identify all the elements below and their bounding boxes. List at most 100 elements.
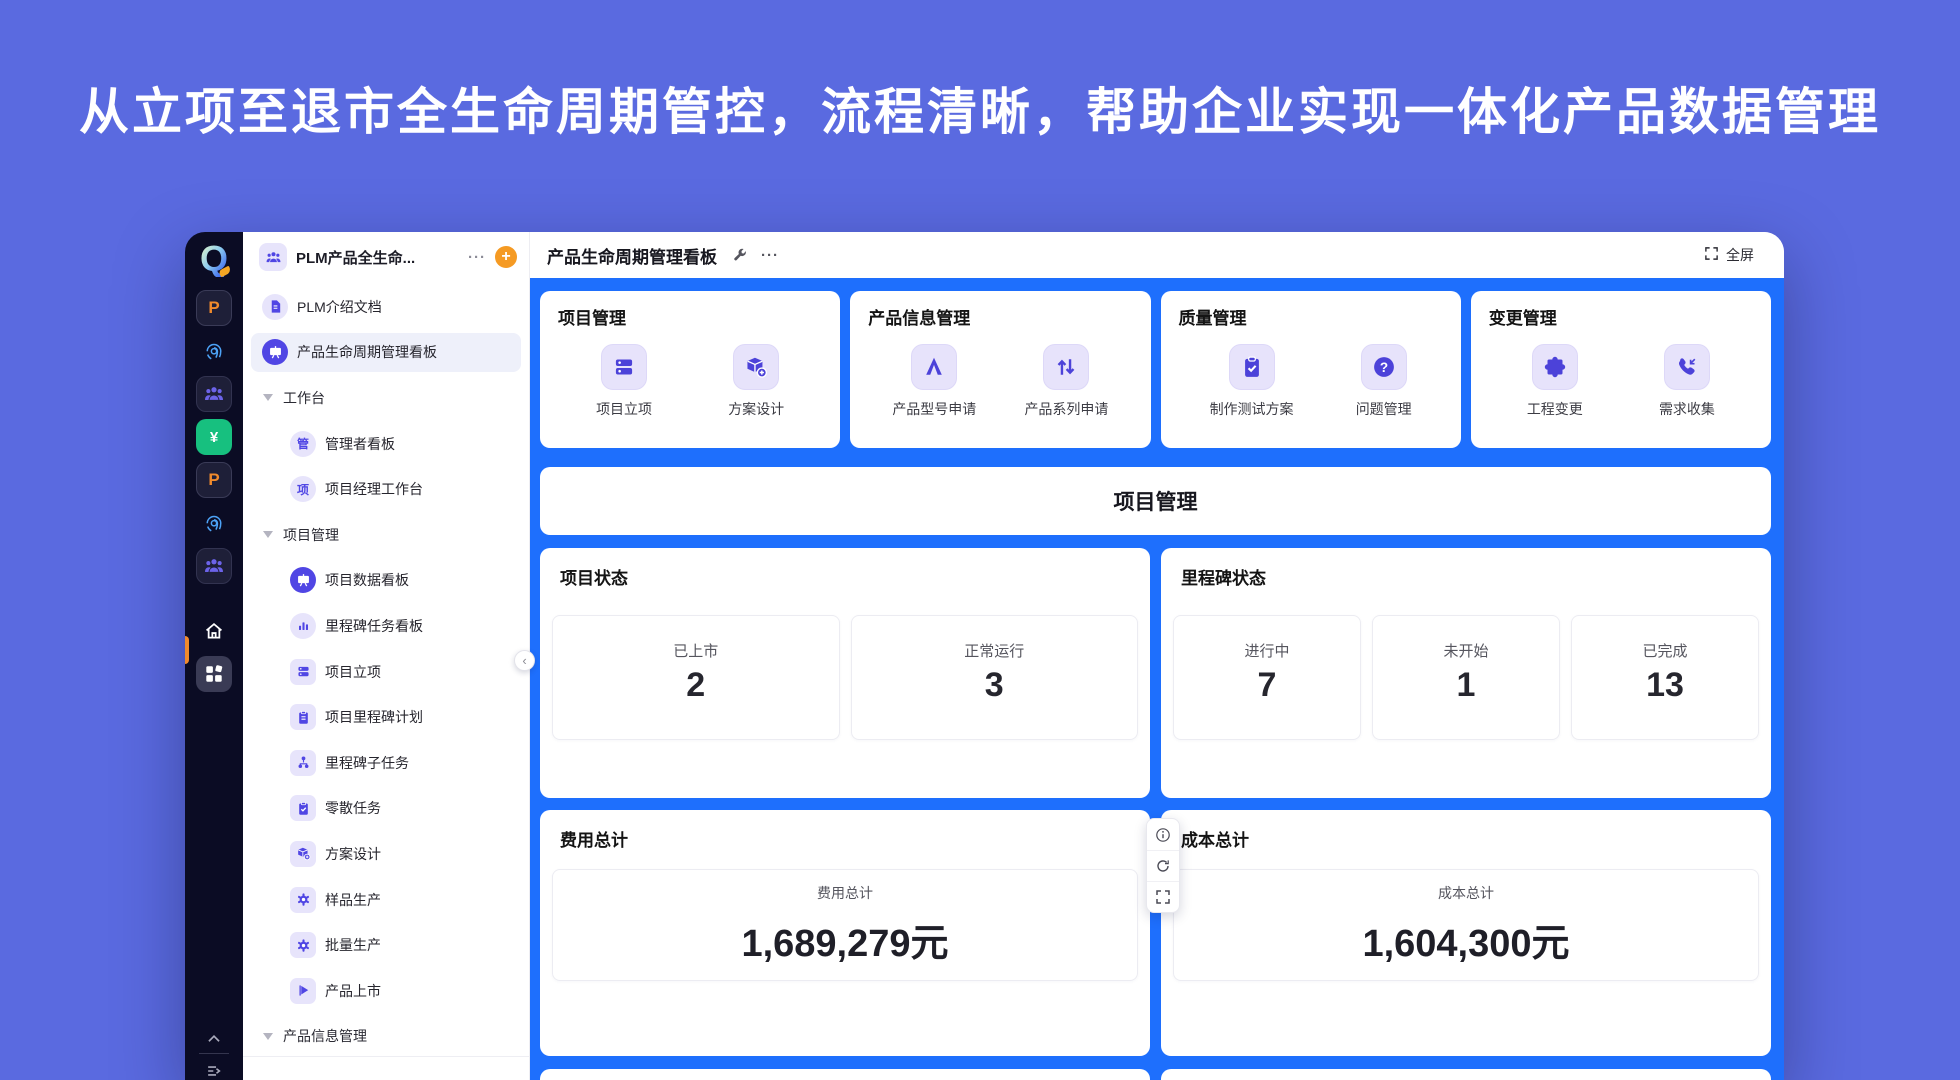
sidebar-item-7[interactable]: 里程碑任务看板 xyxy=(243,603,529,649)
partial-card xyxy=(540,1069,1150,1080)
p-letter-app-icon[interactable]: P xyxy=(196,290,232,326)
fingerprint-app-icon[interactable] xyxy=(196,505,232,541)
sidebar-item-label: 零散任务 xyxy=(325,798,381,818)
sidebar-item-15[interactable]: 产品上市 xyxy=(243,968,529,1014)
char-circle-icon: 项 xyxy=(290,476,316,502)
shortcut-card-3: 变更管理工程变更需求收集 xyxy=(1471,291,1771,448)
sidebar-item-label: 项目里程碑计划 xyxy=(325,707,423,727)
team-app-icon[interactable] xyxy=(196,376,232,412)
sidebar-item-6[interactable]: 项目数据看板 xyxy=(243,558,529,604)
sidebar-more-button[interactable]: ··· xyxy=(468,249,486,266)
sidebar-item-label: 管理者看板 xyxy=(325,434,395,454)
sidebar-item-label: 产品生命周期管理看板 xyxy=(297,342,437,362)
finance-app-icon[interactable]: ¥ xyxy=(196,419,232,455)
shortcut-items: 制作测试方案 ?问题管理 xyxy=(1179,344,1443,419)
section-banner: 项目管理 xyxy=(540,467,1771,535)
sidebar-item-label: 批量生产 xyxy=(325,935,381,955)
edit-app-package-button[interactable]: 编辑应用包 xyxy=(243,1056,529,1080)
shortcut-工程变更[interactable]: 工程变更 xyxy=(1527,344,1583,419)
triangle-down-icon xyxy=(263,531,273,538)
team-app-icon[interactable] xyxy=(196,548,232,584)
sidebar-item-label: 项目立项 xyxy=(325,662,381,682)
stat-label: 未开始 xyxy=(1373,640,1559,661)
rail-list-button[interactable] xyxy=(185,1062,243,1080)
stat-value: 3 xyxy=(852,666,1138,705)
shortcut-label: 项目立项 xyxy=(596,399,652,419)
sidebar-item-12[interactable]: 方案设计 xyxy=(243,831,529,877)
stat-value: 2 xyxy=(553,666,839,705)
p-letter-app-icon[interactable]: P xyxy=(196,462,232,498)
status-cards-row: 项目状态已上市2正常运行3里程碑状态进行中7未开始1已完成13 xyxy=(540,548,1771,798)
info-icon-button[interactable] xyxy=(1147,819,1179,850)
clipboard-check-icon xyxy=(1229,344,1275,390)
sidebar-group-16[interactable]: 产品信息管理 xyxy=(243,1014,529,1060)
main-header: 产品生命周期管理看板 ··· 全屏 xyxy=(530,232,1784,278)
expand-icon-button[interactable] xyxy=(1147,881,1179,912)
shortcut-产品系列申请[interactable]: 产品系列申请 xyxy=(1024,344,1108,419)
gear-icon xyxy=(290,932,316,958)
sidebar-collapse-button[interactable]: ‹ xyxy=(514,650,535,671)
sidebar-group-2[interactable]: 工作台 xyxy=(243,375,529,421)
clipboard-icon xyxy=(290,704,316,730)
shortcut-问题管理[interactable]: ?问题管理 xyxy=(1356,344,1412,419)
stat-box-已完成: 已完成13 xyxy=(1571,615,1759,740)
shortcut-方案设计[interactable]: 方案设计 xyxy=(728,344,784,419)
sidebar-item-8[interactable]: 项目立项 xyxy=(243,649,529,695)
dashboard-board-icon xyxy=(290,567,316,593)
rail-collapse-button[interactable] xyxy=(185,1030,243,1048)
hierarchy-icon xyxy=(290,750,316,776)
shortcut-items: 工程变更 需求收集 xyxy=(1489,344,1753,419)
apps-grid-icon-active[interactable] xyxy=(196,656,232,692)
fingerprint-app-icon[interactable] xyxy=(196,333,232,369)
refresh-icon-button[interactable] xyxy=(1147,850,1179,881)
sidebar-item-11[interactable]: 零散任务 xyxy=(243,786,529,832)
sidebar-item-label: 项目管理 xyxy=(283,525,339,545)
home-icon[interactable] xyxy=(196,613,232,649)
dashboard: 项目管理项目立项方案设计产品信息管理产品型号申请产品系列申请质量管理制作测试方案… xyxy=(530,278,1784,1080)
rail-divider xyxy=(199,1053,229,1054)
sidebar-item-0[interactable]: PLM介绍文档 xyxy=(243,284,529,330)
app-rail: QP¥P xyxy=(185,232,243,1080)
shortcut-label: 产品型号申请 xyxy=(892,399,976,419)
wrench-icon[interactable] xyxy=(732,247,748,263)
shortcut-label: 工程变更 xyxy=(1527,399,1583,419)
sidebar-item-9[interactable]: 项目里程碑计划 xyxy=(243,694,529,740)
marketing-headline: 从立项至退市全生命周期管控，流程清晰，帮助企业实现一体化产品数据管理 xyxy=(0,72,1960,144)
clipboard-check-icon xyxy=(290,795,316,821)
sidebar-group-5[interactable]: 项目管理 xyxy=(243,512,529,558)
cube-plus-icon xyxy=(290,841,316,867)
stat-value: 1 xyxy=(1373,666,1559,705)
expand-icon xyxy=(1704,246,1719,264)
q-logo[interactable]: Q xyxy=(195,240,233,278)
triangle-down-icon xyxy=(263,394,273,401)
shortcut-需求收集[interactable]: 需求收集 xyxy=(1659,344,1715,419)
app-title: PLM产品全生命... xyxy=(296,247,459,268)
rows-icon xyxy=(601,344,647,390)
sidebar-item-14[interactable]: 批量生产 xyxy=(243,922,529,968)
stat-box-进行中: 进行中7 xyxy=(1173,615,1361,740)
card-title: 项目状态 xyxy=(552,564,1138,589)
shortcut-制作测试方案[interactable]: 制作测试方案 xyxy=(1210,344,1294,419)
sidebar-item-3[interactable]: 管管理者看板 xyxy=(243,421,529,467)
shortcut-项目立项[interactable]: 项目立项 xyxy=(596,344,652,419)
next-cards-row xyxy=(540,1069,1771,1080)
add-button[interactable]: + xyxy=(495,246,517,268)
document-icon xyxy=(262,294,288,320)
sidebar-item-4[interactable]: 项项目经理工作台 xyxy=(243,466,529,512)
team-icon xyxy=(259,243,287,271)
sidebar: PLM产品全生命... ··· + PLM介绍文档产品生命周期管理看板工作台管管… xyxy=(243,232,530,1080)
sidebar-item-10[interactable]: 里程碑子任务 xyxy=(243,740,529,786)
widget-toolbar xyxy=(1146,818,1180,913)
sidebar-header: PLM产品全生命... ··· + xyxy=(243,232,529,282)
stat-card-0: 项目状态已上市2正常运行3 xyxy=(540,548,1150,798)
header-more-button[interactable]: ··· xyxy=(761,247,779,264)
shortcut-label: 产品系列申请 xyxy=(1024,399,1108,419)
shortcut-items: 产品型号申请 产品系列申请 xyxy=(868,344,1132,419)
stat-box-未开始: 未开始 1 xyxy=(1372,615,1560,740)
card-title: 质量管理 xyxy=(1179,304,1443,329)
sidebar-item-1[interactable]: 产品生命周期管理看板 xyxy=(243,330,529,376)
sidebar-item-13[interactable]: 样品生产 xyxy=(243,877,529,923)
shortcut-产品型号申请[interactable]: 产品型号申请 xyxy=(892,344,976,419)
svg-text:?: ? xyxy=(1380,360,1388,375)
fullscreen-button[interactable]: 全屏 xyxy=(1704,245,1754,265)
